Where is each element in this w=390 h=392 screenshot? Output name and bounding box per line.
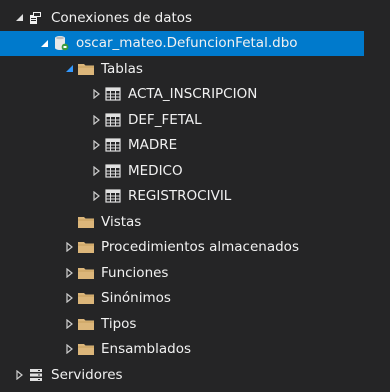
collapsed-arrow-icon[interactable] [61, 239, 77, 255]
folder-icon [77, 264, 95, 282]
tree-node-table[interactable]: DEF_FETAL [0, 107, 390, 133]
folder-icon [77, 340, 95, 358]
collapsed-arrow-icon[interactable] [88, 163, 104, 179]
folder-icon [77, 60, 95, 78]
data-connections-icon [27, 9, 45, 27]
tree-node-label: REGISTROCIVIL [128, 188, 232, 205]
collapsed-arrow-icon[interactable] [88, 112, 104, 128]
tree-node-folder-procedimientos[interactable]: Procedimientos almacenados [0, 235, 390, 261]
table-icon [104, 136, 122, 154]
tree-node-label: ACTA_INSCRIPCION [128, 86, 258, 103]
tree-node-connection[interactable]: oscar_mateo.DefuncionFetal.dbo [0, 30, 364, 56]
tree-node-table[interactable]: REGISTROCIVIL [0, 184, 390, 210]
tree-node-label: oscar_mateo.DefuncionFetal.dbo [76, 35, 298, 52]
table-icon [104, 187, 122, 205]
collapsed-arrow-icon[interactable] [88, 137, 104, 153]
table-icon [104, 162, 122, 180]
tree-node-folder-ensamblados[interactable]: Ensamblados [0, 337, 390, 363]
tree-node-folder-tablas[interactable]: Tablas [0, 56, 390, 82]
folder-icon [77, 238, 95, 256]
tree-node-label: Tipos [101, 315, 137, 332]
expanded-arrow-icon[interactable] [11, 10, 27, 26]
tree-node-label: MEDICO [128, 162, 183, 179]
collapsed-arrow-icon[interactable] [11, 367, 27, 383]
database-connection-icon [52, 34, 70, 52]
server-explorer-tree: Conexiones de datos oscar_mateo.Defuncio… [0, 0, 390, 392]
expanded-arrow-icon[interactable] [36, 35, 52, 51]
tree-node-label: DEF_FETAL [128, 111, 202, 128]
tree-node-label: Tablas [101, 60, 143, 77]
folder-icon [77, 289, 95, 307]
folder-icon [77, 315, 95, 333]
tree-node-label: Vistas [101, 213, 142, 230]
tree-node-label: Sinónimos [101, 290, 171, 307]
tree-node-folder-sinonimos[interactable]: Sinónimos [0, 286, 390, 312]
collapsed-arrow-icon[interactable] [61, 265, 77, 281]
tree-node-table[interactable]: ACTA_INSCRIPCION [0, 82, 390, 108]
collapsed-arrow-icon[interactable] [88, 188, 104, 204]
collapsed-arrow-icon[interactable] [88, 86, 104, 102]
tree-node-table[interactable]: MADRE [0, 133, 390, 159]
tree-node-label: Procedimientos almacenados [101, 239, 299, 256]
tree-node-label: MADRE [128, 137, 178, 154]
tree-node-folder-tipos[interactable]: Tipos [0, 311, 390, 337]
tree-node-label: Servidores [51, 366, 123, 383]
tree-node-label: Funciones [101, 264, 169, 281]
collapsed-arrow-icon[interactable] [61, 316, 77, 332]
tree-node-data-connections[interactable]: Conexiones de datos [0, 5, 390, 31]
tree-node-label: Ensamblados [101, 341, 191, 358]
servers-icon [27, 366, 45, 384]
tree-node-label: Conexiones de datos [51, 9, 193, 26]
tree-node-folder-funciones[interactable]: Funciones [0, 260, 390, 286]
tree-node-servers[interactable]: Servidores [0, 362, 390, 388]
collapsed-arrow-icon[interactable] [61, 341, 77, 357]
table-icon [104, 111, 122, 129]
tree-node-table[interactable]: MEDICO [0, 158, 390, 184]
expanded-arrow-icon[interactable] [61, 61, 77, 77]
collapsed-arrow-icon[interactable] [61, 290, 77, 306]
folder-icon [77, 213, 95, 231]
tree-node-folder-vistas[interactable]: Vistas [0, 209, 390, 235]
table-icon [104, 85, 122, 103]
